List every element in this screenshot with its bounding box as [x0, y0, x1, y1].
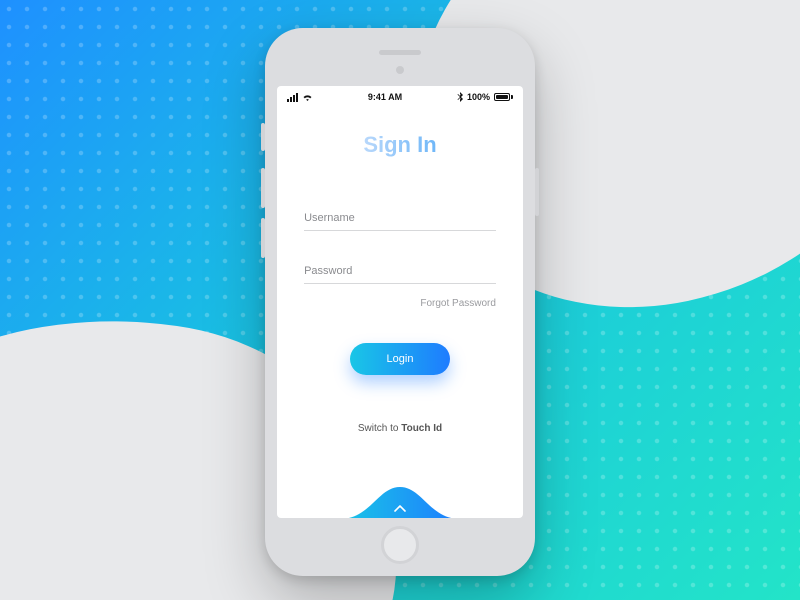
login-button[interactable]: Login	[350, 343, 450, 375]
battery-icon	[494, 93, 513, 101]
login-form: Forgot Password Login Switch to Touch Id	[304, 206, 496, 434]
phone-frame: 9:41 AM 100% Sign In	[265, 28, 535, 576]
battery-percent: 100%	[467, 92, 490, 102]
status-time: 9:41 AM	[368, 92, 402, 102]
phone-speaker	[379, 50, 421, 55]
password-input[interactable]	[304, 259, 496, 284]
status-right: 100%	[457, 92, 513, 102]
phone-camera	[396, 66, 404, 74]
screen-content: Sign In Forgot Password Login Switch to …	[277, 108, 523, 518]
phone-side-button	[261, 123, 265, 151]
forgot-password-link[interactable]: Forgot Password	[304, 298, 496, 309]
app-canvas: 9:41 AM 100% Sign In	[0, 0, 800, 600]
username-field-wrapper	[304, 206, 496, 231]
cellular-signal-icon	[287, 93, 298, 102]
switch-prefix: Switch to	[358, 423, 401, 434]
home-button[interactable]	[381, 526, 419, 564]
bluetooth-icon	[457, 92, 463, 102]
switch-bold: Touch Id	[401, 423, 442, 434]
page-title: Sign In	[363, 132, 436, 158]
status-left	[287, 93, 313, 102]
phone-side-button	[261, 168, 265, 208]
switch-touch-id-label: Switch to Touch Id	[304, 423, 496, 434]
wifi-icon	[302, 93, 313, 101]
status-bar: 9:41 AM 100%	[277, 86, 523, 108]
phone-side-button	[535, 168, 539, 216]
phone-side-button	[261, 218, 265, 258]
username-input[interactable]	[304, 206, 496, 231]
touch-id-drawer-handle[interactable]	[340, 481, 460, 518]
password-field-wrapper	[304, 259, 496, 284]
phone-screen: 9:41 AM 100% Sign In	[277, 86, 523, 518]
